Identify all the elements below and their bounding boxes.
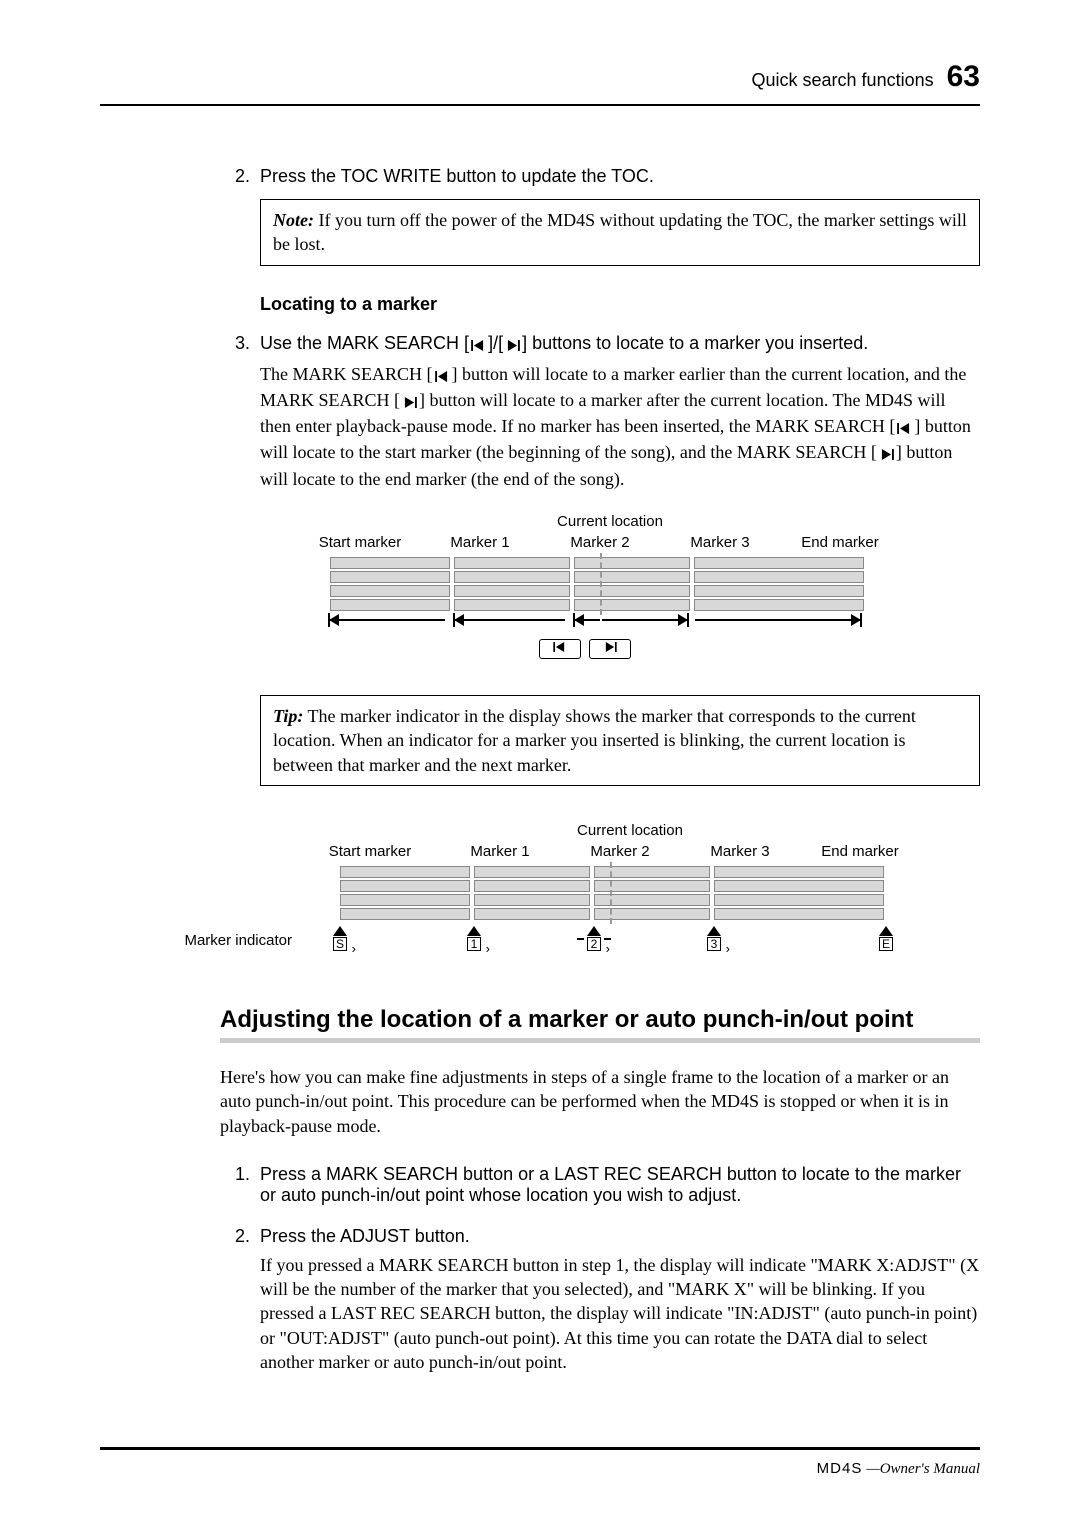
step-num: 2.: [220, 1226, 250, 1247]
section-title: Adjusting the location of a marker or au…: [220, 1006, 980, 1034]
content: 2. Press the TOC WRITE button to update …: [220, 166, 980, 1374]
sec2-step-1: 1. Press a MARK SEARCH button or a LAST …: [220, 1164, 980, 1206]
dl-m1: Marker 1: [440, 843, 560, 860]
prev-button[interactable]: [539, 639, 581, 659]
tip-label: Tip:: [273, 706, 303, 726]
indicator-s: S›: [333, 926, 347, 951]
current-location-label: Current location: [560, 822, 700, 839]
track-lanes: [300, 557, 980, 611]
marker-diagram-1: Current location Start marker Marker 1 M…: [300, 513, 980, 659]
step-3-body: The MARK SEARCH [] button will locate to…: [260, 362, 980, 491]
step-3: 3. Use the MARK SEARCH []/[] buttons to …: [220, 333, 980, 356]
section-intro: Here's how you can make fine adjustments…: [220, 1065, 980, 1138]
note-text: If you turn off the power of the MD4S wi…: [273, 210, 967, 254]
step-2-top: 2. Press the TOC WRITE button to update …: [220, 166, 980, 187]
footer-text: —Owner's Manual: [866, 1461, 980, 1477]
dl-end: End marker: [800, 843, 920, 860]
step-num: 3.: [220, 333, 250, 356]
transport-buttons: [190, 639, 980, 659]
note-box: Note: If you turn off the power of the M…: [260, 199, 980, 266]
next-icon: [400, 390, 419, 414]
step-title: Use the MARK SEARCH []/[] buttons to loc…: [260, 333, 868, 356]
next-icon: [877, 442, 896, 466]
indicator-3: 3›: [707, 926, 721, 951]
footer-logo: MD4S: [817, 1460, 863, 1477]
arrow-row: [300, 615, 980, 637]
indicator-label: Marker indicator: [172, 932, 292, 949]
step-title: Press the TOC WRITE button to update the…: [260, 166, 654, 187]
sec2-step-2: 2. Press the ADJUST button.: [220, 1226, 980, 1247]
step-num: 1.: [220, 1164, 250, 1206]
header: Quick search functions 63: [100, 60, 980, 106]
page-number: 63: [947, 60, 980, 93]
dl-start: Start marker: [300, 534, 420, 551]
dl-m1: Marker 1: [420, 534, 540, 551]
prev-icon: [469, 335, 488, 356]
dl-m3: Marker 3: [680, 843, 800, 860]
indicator-2-blink: 2›: [587, 926, 601, 951]
header-section: Quick search functions: [752, 70, 934, 90]
indicator-e: E: [879, 926, 893, 951]
next-button[interactable]: [589, 639, 631, 659]
dl-end: End marker: [780, 534, 900, 551]
step-num: 2.: [220, 166, 250, 187]
prev-icon: [433, 364, 452, 388]
current-location-label: Current location: [540, 513, 680, 530]
tip-text: The marker indicator in the display show…: [273, 706, 916, 775]
indicator-1: 1›: [467, 926, 481, 951]
sec2-step-2-body: If you pressed a MARK SEARCH button in s…: [260, 1253, 980, 1374]
step-title: Press the ADJUST button.: [260, 1226, 470, 1247]
next-icon: [503, 335, 522, 356]
dl-m3: Marker 3: [660, 534, 780, 551]
prev-icon: [895, 416, 914, 440]
indicator-track: S› 1› 2› 3› E: [300, 926, 980, 956]
dl-m2: Marker 2: [560, 843, 680, 860]
section-rule: [220, 1038, 980, 1043]
footer: MD4S—Owner's Manual: [100, 1447, 980, 1478]
dl-start: Start marker: [300, 843, 440, 860]
track-lanes: [300, 866, 980, 920]
subheading: Locating to a marker: [260, 294, 980, 315]
step-title: Press a MARK SEARCH button or a LAST REC…: [260, 1164, 980, 1206]
dl-m2: Marker 2: [540, 534, 660, 551]
tip-box: Tip: The marker indicator in the display…: [260, 695, 980, 786]
note-label: Note:: [273, 210, 314, 230]
marker-diagram-2: Current location Start marker Marker 1 M…: [300, 822, 980, 956]
